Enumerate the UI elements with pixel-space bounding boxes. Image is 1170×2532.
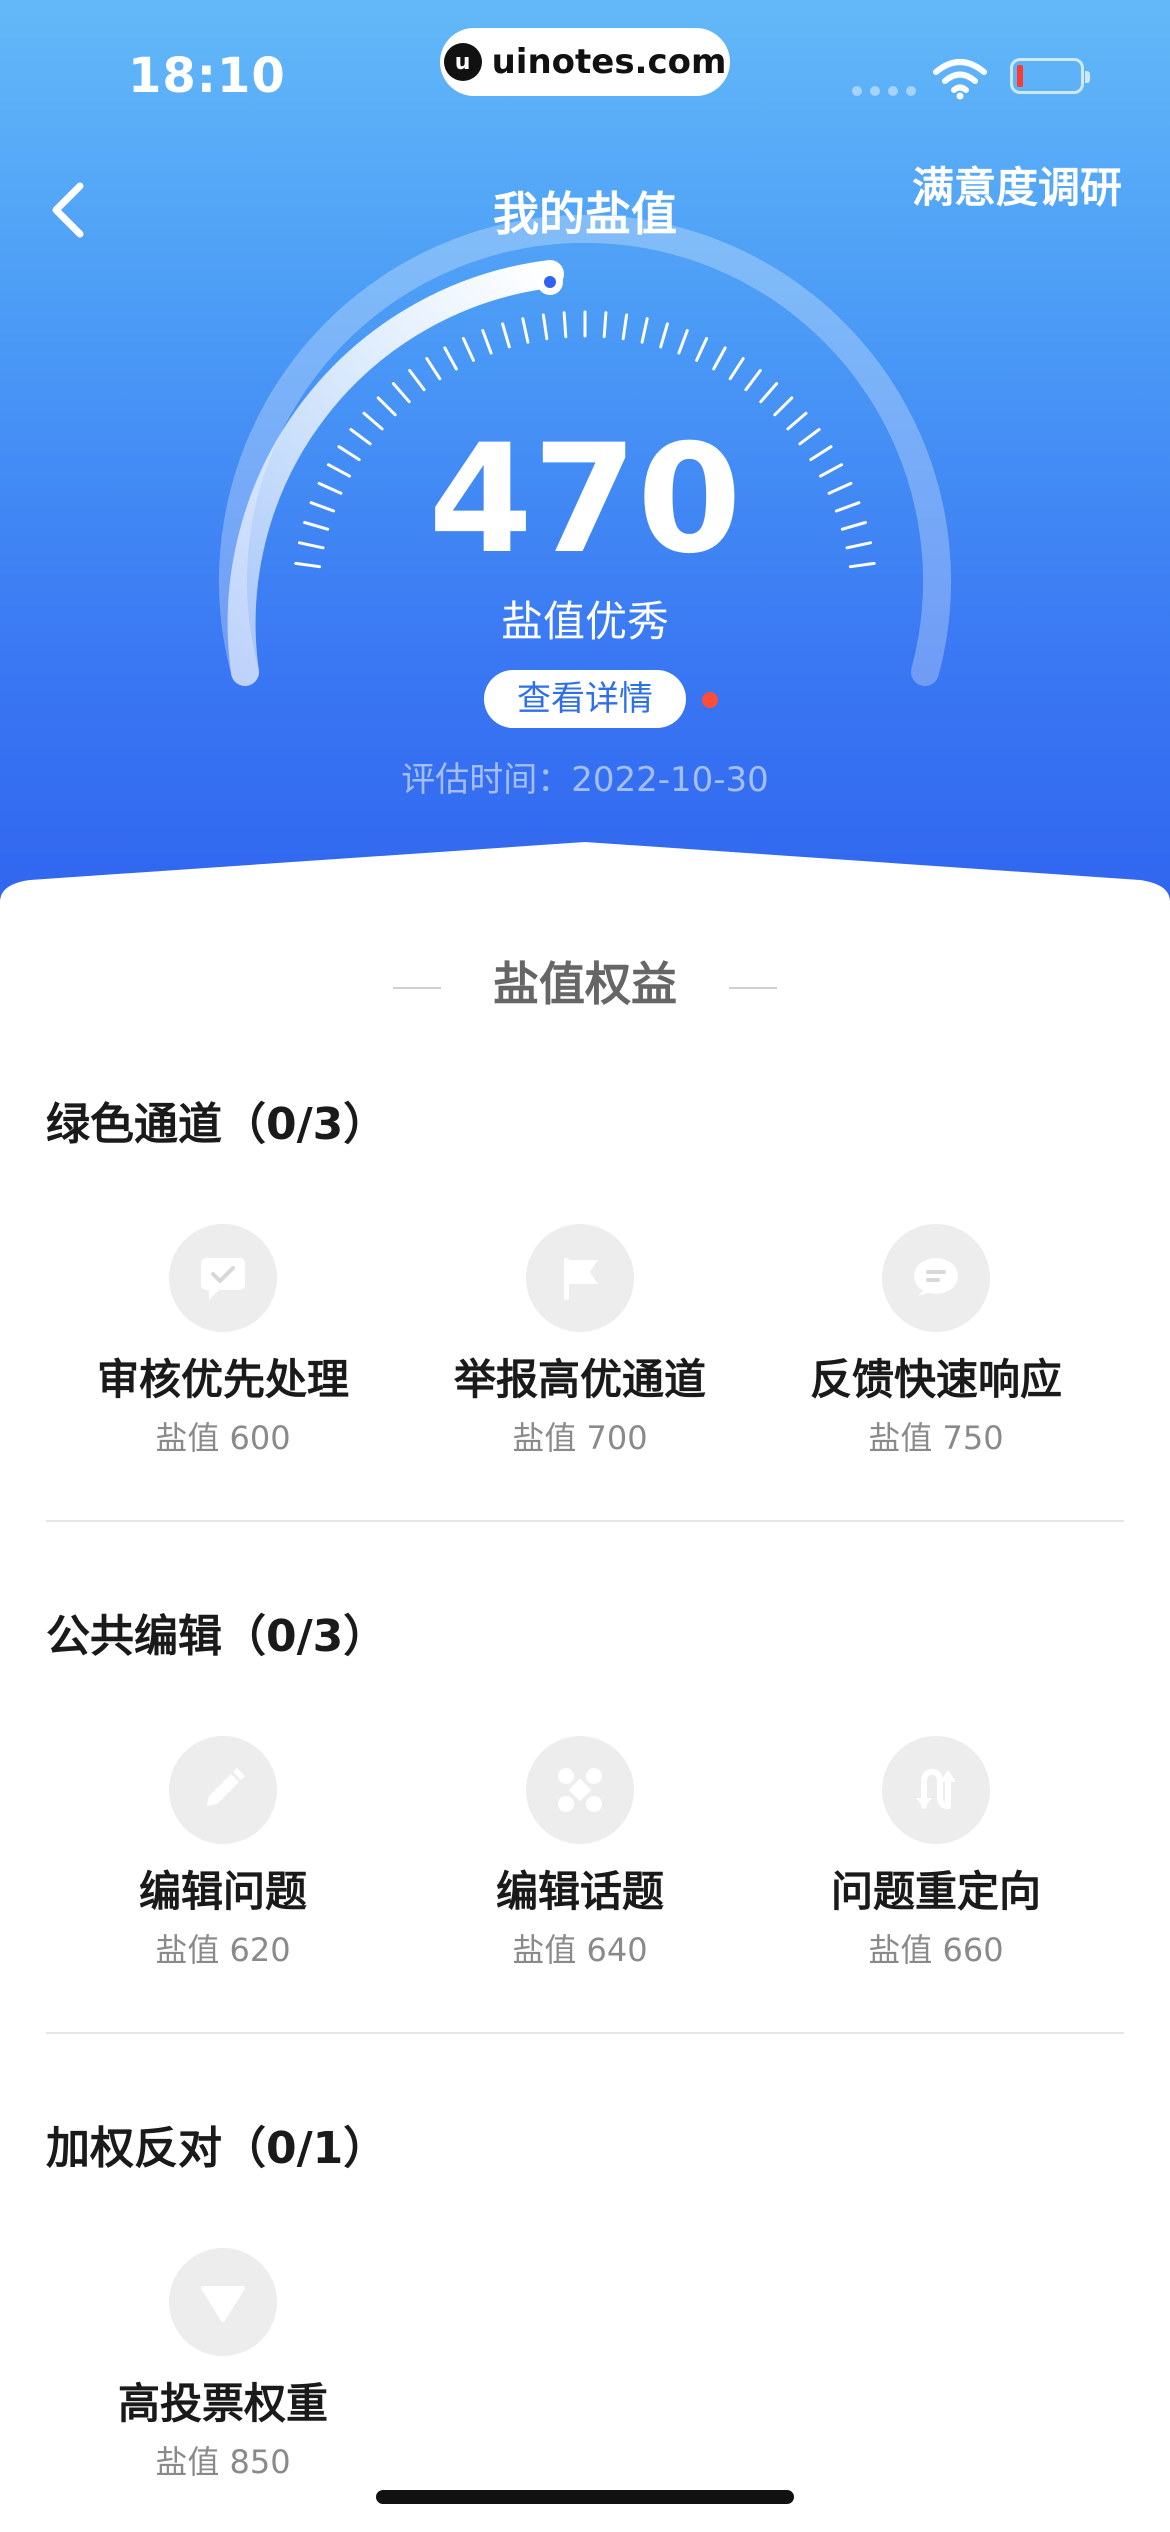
group-title-weighted-oppose: 加权反对（0/1） xyxy=(46,2123,388,2174)
benefit-name: 编辑问题 xyxy=(138,1867,307,1916)
gauge-tick xyxy=(773,396,794,417)
benefit-review-priority[interactable]: 审核优先处理 盐值 600 xyxy=(43,1224,403,1459)
gauge-tick xyxy=(376,396,397,417)
benefit-name: 举报高优通道 xyxy=(453,1355,706,1404)
gauge-tick xyxy=(621,313,629,341)
gauge-tick xyxy=(521,317,530,344)
redirect-icon xyxy=(882,1736,990,1844)
view-details-button[interactable]: 查看详情 xyxy=(484,670,686,728)
benefit-requirement: 盐值 850 xyxy=(155,2443,291,2481)
gauge-tick xyxy=(562,311,568,339)
gauge-tick xyxy=(602,311,608,339)
benefit-name: 审核优先处理 xyxy=(96,1355,349,1404)
group-title-public-edit: 公共编辑（0/3） xyxy=(46,1611,388,1662)
benefit-question-redirect[interactable]: 问题重定向 盐值 660 xyxy=(756,1736,1116,1971)
gauge-tick xyxy=(461,337,475,362)
benefit-name: 反馈快速响应 xyxy=(809,1355,1062,1404)
benefit-requirement: 盐值 600 xyxy=(155,1419,291,1457)
gauge-tick xyxy=(695,337,709,362)
benefit-report-priority[interactable]: 举报高优通道 盐值 700 xyxy=(400,1224,760,1459)
down-triangle-icon xyxy=(169,2248,277,2356)
nodes-icon xyxy=(526,1736,634,1844)
gauge-tick xyxy=(501,322,511,349)
benefit-feedback-response[interactable]: 反馈快速响应 盐值 750 xyxy=(756,1224,1116,1459)
home-indicator xyxy=(376,2490,794,2504)
flag-icon xyxy=(526,1224,634,1332)
message-bubble-icon xyxy=(882,1224,990,1332)
score-level-label: 盐值优秀 xyxy=(500,597,669,646)
section-divider xyxy=(46,2032,1124,2034)
benefit-requirement: 盐值 620 xyxy=(155,1931,291,1969)
gauge-tick xyxy=(640,317,649,344)
gauge-tick xyxy=(541,313,549,341)
salt-score: 470 xyxy=(428,413,742,587)
benefit-name: 编辑话题 xyxy=(495,1867,664,1916)
benefit-requirement: 盐值 660 xyxy=(868,1931,1004,1969)
gauge-tick xyxy=(728,357,745,381)
benefit-high-vote-weight[interactable]: 高投票权重 盐值 850 xyxy=(43,2248,403,2483)
benefit-requirement: 盐值 700 xyxy=(512,1419,648,1457)
benefits-section-title: 盐值权益 xyxy=(0,948,1170,1014)
benefit-name: 高投票权重 xyxy=(117,2379,328,2428)
section-divider xyxy=(46,1520,1124,1522)
gauge-tick xyxy=(425,357,442,381)
notification-dot xyxy=(702,692,718,708)
gauge-tick xyxy=(659,322,669,349)
gauge-tick xyxy=(677,329,689,355)
benefit-name: 问题重定向 xyxy=(830,1867,1041,1916)
benefit-requirement: 盐值 750 xyxy=(868,1419,1004,1457)
gauge-tick xyxy=(759,382,779,404)
group-title-green-channel: 绿色通道（0/3） xyxy=(46,1099,388,1150)
gauge-tick xyxy=(481,329,493,355)
evaluation-time: 评估时间：2022-10-30 xyxy=(401,760,769,800)
chat-check-icon xyxy=(169,1224,277,1332)
benefit-edit-topic[interactable]: 编辑话题 盐值 640 xyxy=(400,1736,760,1971)
benefit-edit-question[interactable]: 编辑问题 盐值 620 xyxy=(43,1736,403,1971)
gauge-tick xyxy=(443,346,458,371)
pencil-icon xyxy=(169,1736,277,1844)
gauge-tick xyxy=(744,369,762,392)
gauge-tick xyxy=(408,369,426,392)
benefit-requirement: 盐值 640 xyxy=(512,1931,648,1969)
gauge-tick xyxy=(712,346,727,371)
gauge-tick xyxy=(391,382,411,404)
